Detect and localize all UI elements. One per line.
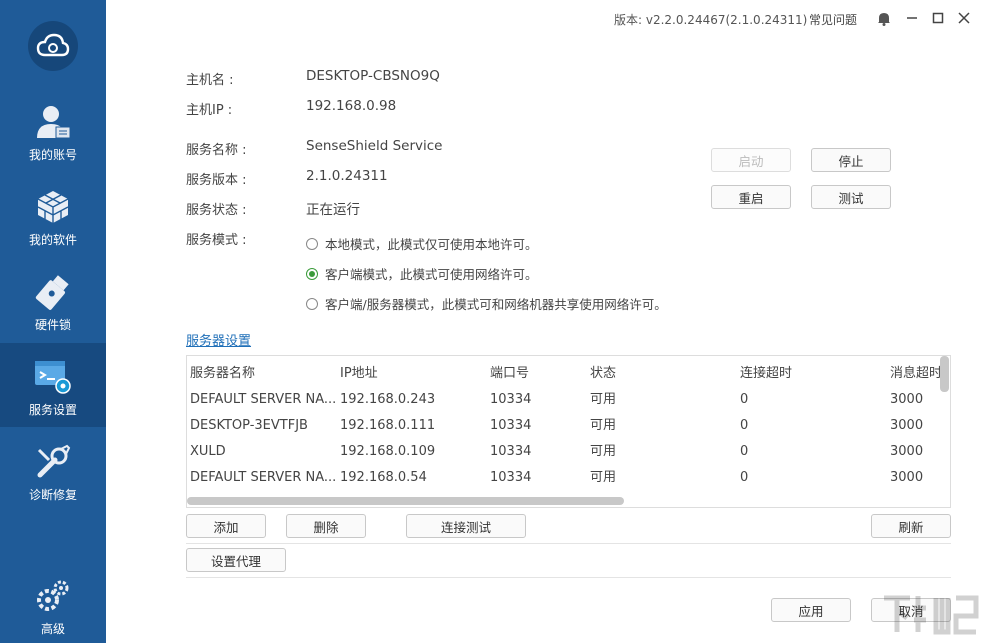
- sidebar-item-label: 服务设置: [28, 403, 77, 417]
- table-cell: 10334: [490, 444, 532, 459]
- table-cell: 可用: [590, 444, 617, 459]
- minimize-icon[interactable]: [904, 10, 920, 26]
- column-header[interactable]: IP地址: [340, 361, 480, 387]
- radio-client-mode[interactable]: 客户端模式，此模式可使用网络许可。: [306, 264, 538, 283]
- table-cell: 192.168.0.243: [340, 392, 436, 407]
- column-header[interactable]: 端口号: [490, 361, 580, 387]
- usb-key-icon: [33, 272, 73, 312]
- sidebar-item-my-account[interactable]: 我的账号: [0, 88, 106, 172]
- delete-button[interactable]: 删除: [286, 514, 366, 538]
- maximize-icon[interactable]: [930, 10, 946, 26]
- watermark-logo: [880, 588, 980, 640]
- table-row[interactable]: DEFAULT SERVER NA... 192.168.0.243 10334…: [187, 387, 950, 413]
- connect-test-button[interactable]: 连接测试: [406, 514, 526, 538]
- hostip-label: 主机IP :: [186, 103, 233, 118]
- table-cell: 192.168.0.109: [340, 444, 436, 459]
- add-button[interactable]: 添加: [186, 514, 266, 538]
- radio-label: 本地模式，此模式仅可使用本地许可。: [325, 237, 538, 252]
- sidebar-item-label: 高级: [40, 622, 65, 636]
- faq-link[interactable]: 常见问题: [809, 11, 857, 28]
- table-cell: 可用: [590, 418, 617, 433]
- column-header[interactable]: 状态: [590, 361, 730, 387]
- sidebar-item-my-software[interactable]: 我的软件: [0, 173, 106, 257]
- radio-client-server-mode[interactable]: 客户端/服务器模式，此模式可和网络机器共享使用网络许可。: [306, 294, 667, 313]
- sidebar-item-hardware-lock[interactable]: 硬件锁: [0, 258, 106, 342]
- cube-icon: [33, 187, 73, 227]
- table-row[interactable]: DESKTOP-3EVTFJB 192.168.0.111 10334 可用 0…: [187, 413, 950, 439]
- hostip-value: 192.168.0.98: [306, 98, 397, 114]
- gears-icon: [33, 576, 73, 616]
- restart-button[interactable]: 重启: [711, 185, 791, 209]
- table-cell: 192.168.0.111: [340, 418, 436, 433]
- set-proxy-button[interactable]: 设置代理: [186, 548, 286, 572]
- radio-dot: [306, 297, 318, 310]
- table-row[interactable]: XULD 192.168.0.109 10334 可用 0 3000: [187, 439, 950, 465]
- table-cell: 0: [740, 444, 749, 459]
- radio-local-mode[interactable]: 本地模式，此模式仅可使用本地许可。: [306, 234, 538, 253]
- user-icon: [33, 102, 73, 142]
- radio-label: 客户端模式，此模式可使用网络许可。: [325, 267, 538, 282]
- sidebar-item-label: 诊断修复: [28, 488, 77, 502]
- service-mode-label: 服务模式 :: [186, 233, 247, 248]
- divider: [186, 577, 951, 578]
- refresh-button[interactable]: 刷新: [871, 514, 951, 538]
- close-icon[interactable]: [956, 10, 972, 26]
- hostname-label: 主机名 :: [186, 73, 234, 88]
- service-status-value: 正在运行: [306, 202, 360, 218]
- table-cell: 3000: [890, 418, 924, 433]
- table-cell: 3000: [890, 392, 924, 407]
- service-version-label: 服务版本 :: [186, 173, 247, 188]
- apply-button[interactable]: 应用: [771, 598, 851, 622]
- table-cell: 10334: [490, 470, 532, 485]
- wrench-icon: [33, 442, 73, 482]
- server-settings-link[interactable]: 服务器设置: [186, 330, 251, 349]
- service-name-label: 服务名称 :: [186, 143, 247, 158]
- table-cell: DEFAULT SERVER NA...: [190, 392, 335, 407]
- radio-label: 客户端/服务器模式，此模式可和网络机器共享使用网络许可。: [325, 297, 667, 312]
- sidebar-item-label: 我的账号: [28, 148, 77, 162]
- stop-button[interactable]: 停止: [811, 148, 891, 172]
- cloud-logo-icon: [28, 21, 78, 71]
- table-cell: 192.168.0.54: [340, 470, 427, 485]
- vertical-scrollbar[interactable]: [940, 356, 949, 392]
- table-cell: 可用: [590, 392, 617, 407]
- column-header[interactable]: 连接超时: [740, 361, 880, 387]
- start-button[interactable]: 启动: [711, 148, 791, 172]
- sidebar-item-label: 硬件锁: [34, 318, 71, 332]
- sidebar: 我的账号 我的软件 硬件锁 服务设置 诊断修复 高级: [0, 0, 106, 643]
- radio-dot: [306, 237, 318, 250]
- table-cell: DESKTOP-3EVTFJB: [190, 418, 308, 433]
- service-status-label: 服务状态 :: [186, 203, 247, 218]
- sidebar-item-service-settings[interactable]: 服务设置: [0, 343, 106, 427]
- table-cell: 10334: [490, 392, 532, 407]
- table-cell: 10334: [490, 418, 532, 433]
- table-row[interactable]: DEFAULT SERVER NA... 192.168.0.54 10334 …: [187, 465, 950, 491]
- table-cell: XULD: [190, 444, 226, 459]
- column-header[interactable]: 服务器名称: [190, 361, 330, 387]
- table-cell: 3000: [890, 444, 924, 459]
- sidebar-item-diagnose-repair[interactable]: 诊断修复: [0, 428, 106, 512]
- table-cell: 可用: [590, 470, 617, 485]
- service-version-value: 2.1.0.24311: [306, 168, 388, 184]
- horizontal-scrollbar[interactable]: [187, 497, 624, 505]
- service-settings-icon: [33, 357, 73, 397]
- divider: [186, 543, 951, 544]
- sidebar-item-label: 我的软件: [28, 233, 77, 247]
- table-cell: 0: [740, 392, 749, 407]
- sidebar-item-advanced[interactable]: 高级: [0, 562, 106, 643]
- table-cell: 3000: [890, 470, 924, 485]
- version-label: 版本: v2.2.0.24467(2.1.0.24311): [614, 13, 808, 27]
- hostname-value: DESKTOP-CBSNO9Q: [306, 68, 440, 84]
- table-cell: 0: [740, 418, 749, 433]
- bell-icon[interactable]: [876, 10, 892, 26]
- radio-dot-checked: [306, 267, 318, 280]
- test-button[interactable]: 测试: [811, 185, 891, 209]
- service-name-value: SenseShield Service: [306, 138, 443, 154]
- table-cell: 0: [740, 470, 749, 485]
- table-cell: DEFAULT SERVER NA...: [190, 470, 335, 485]
- table-header: 服务器名称 IP地址 端口号 状态 连接超时 消息超时: [187, 361, 950, 387]
- server-table: 服务器名称 IP地址 端口号 状态 连接超时 消息超时 DEFAULT SERV…: [186, 355, 951, 508]
